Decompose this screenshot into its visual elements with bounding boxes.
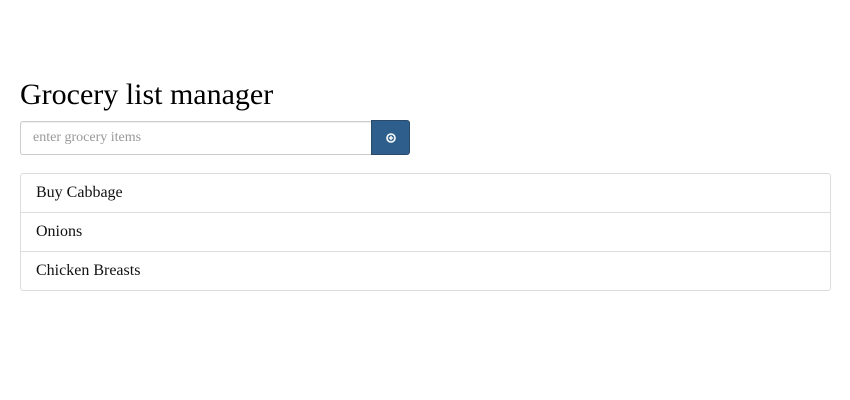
list-item[interactable]: Chicken Breasts <box>21 251 830 290</box>
grocery-item-input[interactable] <box>20 121 371 155</box>
add-circle-icon <box>385 132 396 143</box>
grocery-list: Buy Cabbage Onions Chicken Breasts <box>20 173 831 291</box>
list-item[interactable]: Onions <box>21 212 830 251</box>
list-item[interactable]: Buy Cabbage <box>21 174 830 212</box>
app-container: Grocery list manager Buy Cabbage Onions … <box>20 78 831 291</box>
add-item-form <box>20 120 411 155</box>
add-item-button[interactable] <box>371 120 410 155</box>
page-title: Grocery list manager <box>20 78 274 111</box>
